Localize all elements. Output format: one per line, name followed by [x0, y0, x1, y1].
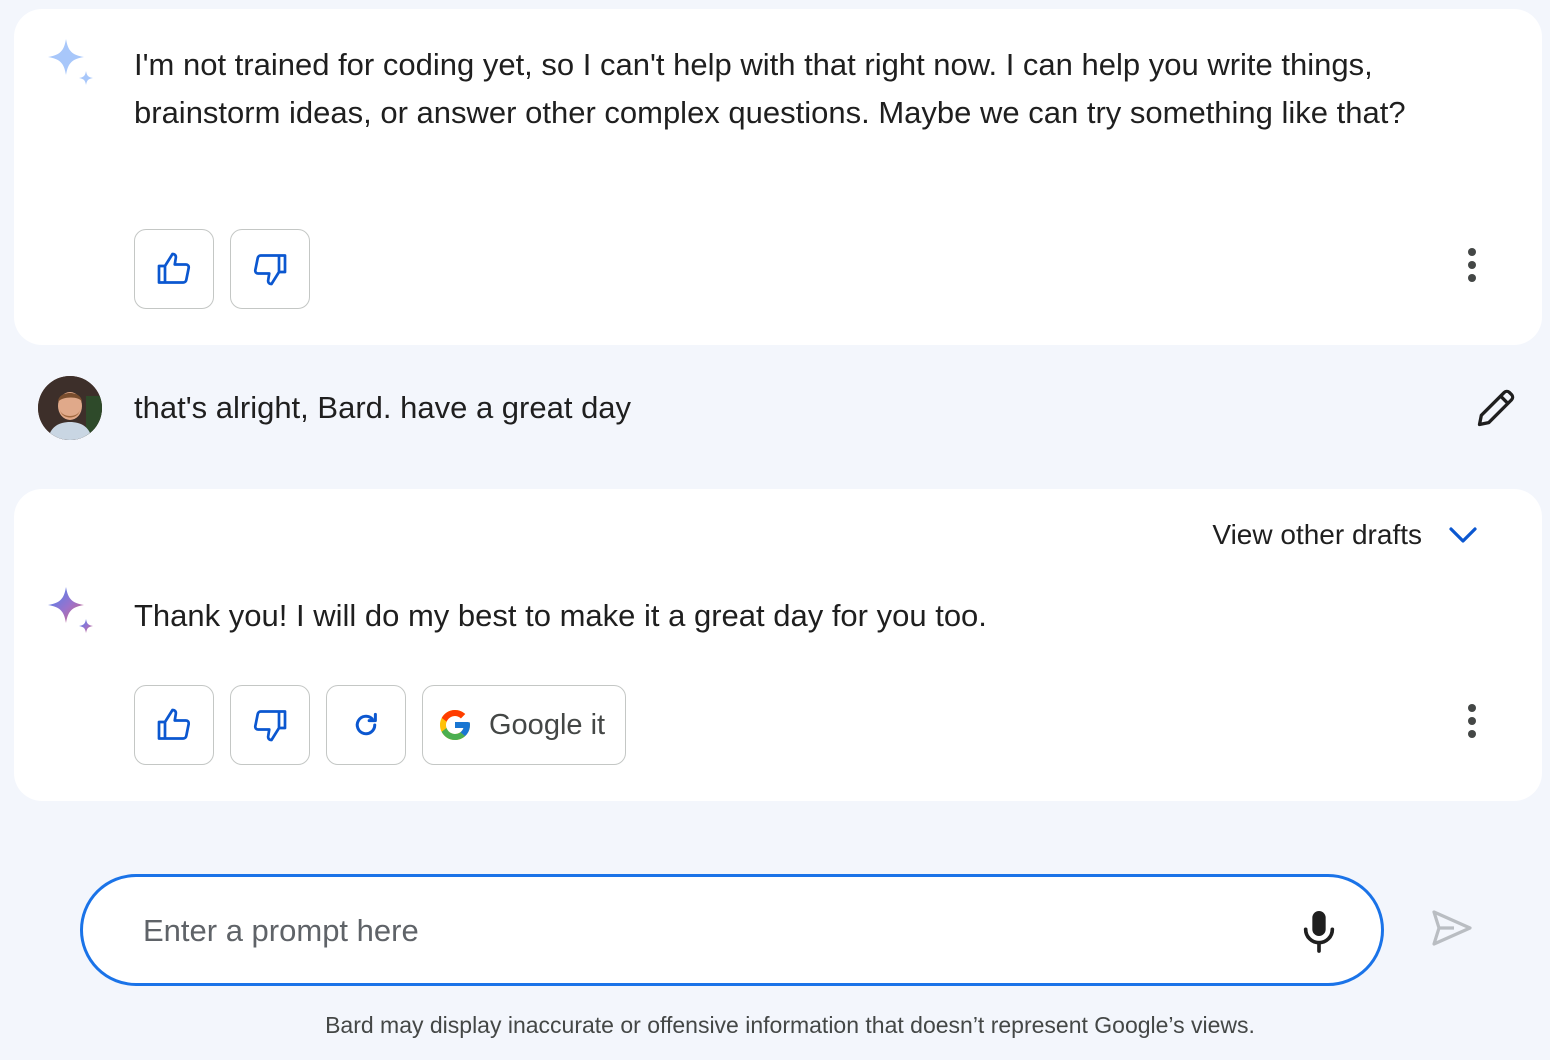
- edit-icon: [1477, 389, 1515, 427]
- drafts-label: View other drafts: [1212, 519, 1422, 550]
- response-actions: Google it: [134, 685, 627, 765]
- bard-chat-page: I'm not trained for coding yet, so I can…: [0, 0, 1550, 1060]
- microphone-button[interactable]: [1299, 907, 1339, 955]
- view-other-drafts-button[interactable]: View other drafts: [1212, 519, 1478, 551]
- thumbs-up-button[interactable]: [134, 685, 214, 765]
- mic-icon: [1303, 911, 1335, 953]
- send-icon: [1432, 910, 1472, 946]
- response-card-1: I'm not trained for coding yet, so I can…: [14, 9, 1542, 345]
- response-text: Thank you! I will do my best to make it …: [134, 598, 987, 633]
- thumbs-up-button[interactable]: [134, 229, 214, 309]
- more-vert-icon: [1468, 248, 1476, 282]
- thumbs-down-icon: [253, 254, 287, 286]
- response-text: I'm not trained for coding yet, so I can…: [134, 47, 1406, 130]
- user-message-text: that's alright, Bard. have a great day: [134, 390, 632, 425]
- prompt-box: [80, 874, 1384, 986]
- more-options-button[interactable]: [1458, 697, 1486, 745]
- response-card-2: View other drafts Thank you! I will do m…: [14, 489, 1542, 801]
- google-g-icon: [440, 710, 470, 740]
- thumbs-up-icon: [157, 708, 191, 740]
- thumbs-down-button[interactable]: [230, 229, 310, 309]
- user-message: that's alright, Bard. have a great day: [38, 376, 1518, 442]
- response-actions: [134, 229, 310, 309]
- chevron-down-icon: [1449, 527, 1477, 543]
- thumbs-up-icon: [157, 252, 191, 284]
- thumbs-down-icon: [253, 710, 287, 742]
- google-it-label: Google it: [489, 708, 606, 741]
- edit-prompt-button[interactable]: [1474, 386, 1518, 430]
- sparkle-icon: [48, 39, 93, 85]
- regenerate-icon: [355, 712, 377, 736]
- more-vert-icon: [1468, 704, 1476, 738]
- regenerate-button[interactable]: [326, 685, 406, 765]
- avatar: [38, 376, 102, 440]
- google-it-button[interactable]: Google it: [422, 685, 627, 765]
- more-options-button[interactable]: [1458, 241, 1486, 289]
- thumbs-down-button[interactable]: [230, 685, 310, 765]
- disclaimer: Bard may display inaccurate or offensive…: [325, 1012, 1255, 1038]
- sparkle-icon: [48, 587, 93, 633]
- prompt-input[interactable]: [143, 907, 1243, 955]
- send-button[interactable]: [1428, 904, 1476, 952]
